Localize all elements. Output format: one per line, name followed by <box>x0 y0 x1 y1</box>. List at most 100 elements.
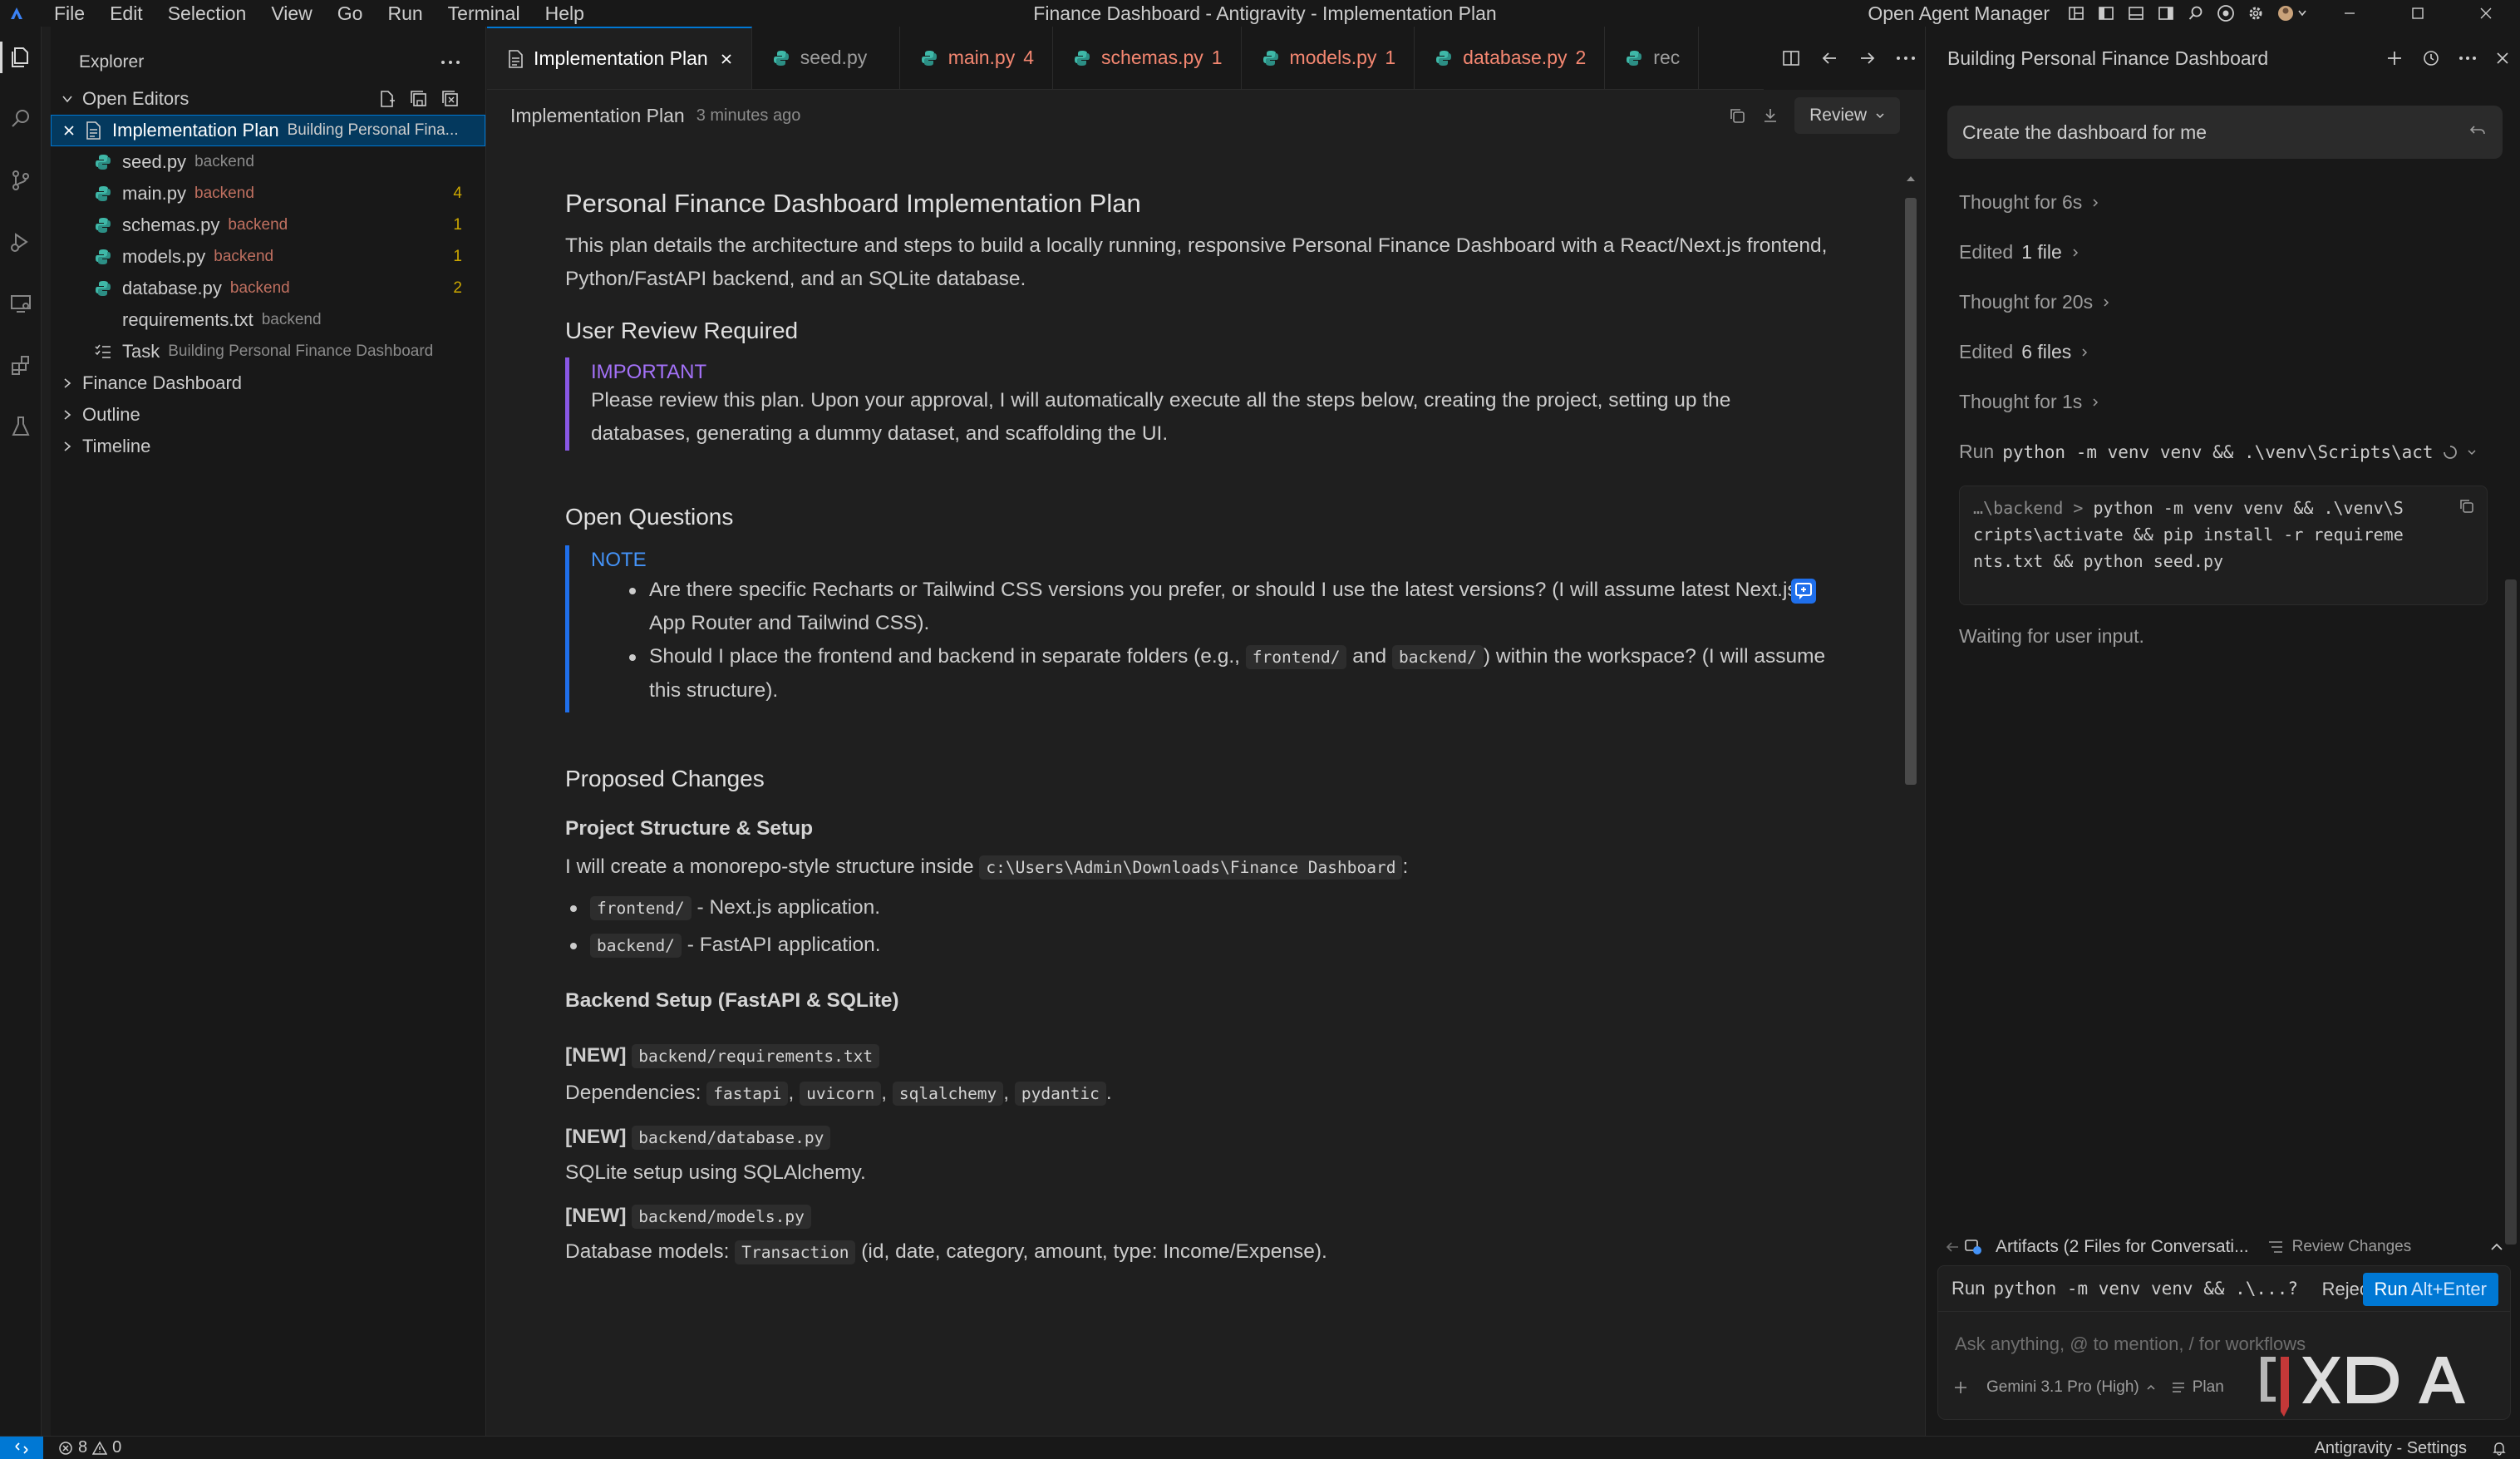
close-all-icon[interactable] <box>441 89 460 109</box>
new-conversation-icon[interactable] <box>2385 49 2404 67</box>
settings-gear-icon[interactable] <box>2241 0 2271 27</box>
settings-status-item[interactable]: Antigravity - Settings <box>2315 1439 2467 1458</box>
tab-seed-py[interactable]: seed.py <box>752 27 900 89</box>
undo-icon[interactable] <box>2468 121 2488 140</box>
tab-main-py[interactable]: main.py 4 <box>900 27 1054 89</box>
outline-section[interactable]: Outline <box>51 399 485 431</box>
user-review-heading: User Review Required <box>565 318 799 343</box>
menu-help[interactable]: Help <box>533 0 597 27</box>
close-editor-icon[interactable] <box>61 124 77 137</box>
mode-selector[interactable]: Plan <box>2171 1378 2224 1397</box>
save-all-icon[interactable] <box>409 89 429 109</box>
tab-schemas-py[interactable]: schemas.py 1 <box>1053 27 1242 89</box>
more-actions-icon[interactable] <box>441 60 460 65</box>
extensions-activity-button[interactable] <box>0 334 42 396</box>
open-editor-seed-py[interactable]: seed.py backend <box>51 146 485 178</box>
step-run-command[interactable]: Run python -m venv venv && .\venv\Script… <box>1959 441 2477 463</box>
go-back-arrow-icon[interactable] <box>1810 27 1848 90</box>
step-edited-files[interactable]: Edited 1 file <box>1959 241 2080 264</box>
source-control-activity-button[interactable] <box>0 150 42 211</box>
open-editor-database-py[interactable]: database.py backend 2 <box>51 273 485 304</box>
document-icon <box>507 49 524 68</box>
question-item: Are there specific Recharts or Tailwind … <box>624 574 1828 640</box>
checklist-icon <box>92 343 114 360</box>
menu-view[interactable]: View <box>258 0 324 27</box>
copy-icon[interactable] <box>1728 106 1746 125</box>
open-editors-section[interactable]: Open Editors <box>51 83 485 115</box>
more-actions-icon[interactable] <box>1887 27 1925 90</box>
xda-watermark-logo <box>2256 1347 2497 1423</box>
notifications-bell-icon[interactable] <box>2492 1441 2507 1456</box>
model-selector[interactable]: Gemini 3.1 Pro (High) <box>1986 1378 2156 1397</box>
maximize-window-button[interactable] <box>2384 0 2452 27</box>
testing-activity-button[interactable] <box>0 396 42 457</box>
sidebar-title: Explorer <box>79 52 145 71</box>
open-editor-requirements-txt[interactable]: requirements.txt backend <box>51 304 485 336</box>
arrow-left-icon[interactable] <box>1944 1239 1961 1255</box>
menu-terminal[interactable]: Terminal <box>436 0 533 27</box>
toggle-secondary-sidebar-icon[interactable] <box>2151 0 2181 27</box>
warning-icon <box>92 1440 108 1456</box>
toggle-sidebar-icon[interactable] <box>2091 0 2121 27</box>
review-dropdown-button[interactable]: Review <box>1794 97 1900 134</box>
menu-run[interactable]: Run <box>375 0 435 27</box>
remote-explorer-activity-button[interactable] <box>0 273 42 334</box>
agent-scrollbar[interactable] <box>2505 579 2517 1245</box>
close-window-button[interactable] <box>2452 0 2520 27</box>
split-editor-icon[interactable] <box>1772 27 1810 90</box>
open-editor-models-py[interactable]: models.py backend 1 <box>51 241 485 273</box>
step-thought[interactable]: Thought for 6s <box>1959 191 2100 214</box>
menu-file[interactable]: File <box>42 0 97 27</box>
run-button[interactable]: Run Alt+Enter <box>2362 1273 2498 1306</box>
browser-icon[interactable] <box>2211 0 2241 27</box>
beaker-icon <box>8 414 33 439</box>
layout-icon[interactable] <box>2061 0 2091 27</box>
chevron-up-icon[interactable] <box>2489 1240 2504 1254</box>
remote-indicator-button[interactable] <box>0 1436 43 1459</box>
close-panel-icon[interactable] <box>2495 51 2510 66</box>
search-icon[interactable] <box>2181 0 2211 27</box>
open-editor-task[interactable]: Task Building Personal Finance Dashboard <box>51 336 485 367</box>
new-untitled-file-icon[interactable] <box>377 89 397 109</box>
problem-count-badge: 1 <box>453 216 462 234</box>
editor-scrollbar[interactable] <box>1905 173 1917 1445</box>
step-thought[interactable]: Thought for 20s <box>1959 291 2111 313</box>
history-icon[interactable] <box>2422 49 2440 67</box>
open-editor-schemas-py[interactable]: schemas.py backend 1 <box>51 209 485 241</box>
timeline-section[interactable]: Timeline <box>51 431 485 462</box>
menu-go[interactable]: Go <box>325 0 376 27</box>
open-agent-manager-button[interactable]: Open Agent Manager <box>1868 2 2050 25</box>
scrollbar-thumb[interactable] <box>1905 198 1917 785</box>
document-title: Implementation Plan <box>510 104 685 126</box>
python-icon <box>772 49 790 67</box>
open-editor-implementation-plan[interactable]: Implementation Plan Building Personal Fi… <box>51 115 485 146</box>
add-context-icon[interactable] <box>1953 1380 1968 1395</box>
run-debug-activity-button[interactable] <box>0 211 42 273</box>
problems-status-button[interactable]: 8 0 <box>58 1438 121 1457</box>
review-changes-button[interactable]: Review Changes <box>2267 1238 2411 1256</box>
go-forward-arrow-icon[interactable] <box>1848 27 1887 90</box>
more-actions-icon[interactable] <box>2458 56 2477 61</box>
tab-requirements-txt[interactable]: rec <box>1605 27 1700 89</box>
account-avatar-icon[interactable] <box>2271 0 2316 27</box>
tab-database-py[interactable]: database.py 2 <box>1415 27 1606 89</box>
close-tab-icon[interactable] <box>720 52 733 66</box>
open-editor-main-py[interactable]: main.py backend 4 <box>51 178 485 209</box>
tab-models-py[interactable]: models.py 1 <box>1242 27 1415 89</box>
step-thought[interactable]: Thought for 1s <box>1959 391 2100 413</box>
finance-dashboard-section[interactable]: Finance Dashboard <box>51 367 485 399</box>
add-comment-icon[interactable] <box>1789 577 1818 605</box>
toggle-panel-icon[interactable] <box>2121 0 2151 27</box>
step-edited-files[interactable]: Edited 6 files <box>1959 341 2089 363</box>
tab-implementation-plan[interactable]: Implementation Plan <box>487 27 752 89</box>
download-icon[interactable] <box>1761 106 1779 125</box>
explorer-activity-button[interactable] <box>0 27 42 88</box>
menu-edit[interactable]: Edit <box>97 0 155 27</box>
user-prompt-bubble[interactable]: Create the dashboard for me <box>1947 106 2503 159</box>
implementation-plan-document: Personal Finance Dashboard Implementatio… <box>565 185 1828 1269</box>
copy-icon[interactable] <box>2458 498 2475 515</box>
search-activity-button[interactable] <box>0 88 42 150</box>
artifacts-label[interactable]: Artifacts (2 Files for Conversati... <box>1996 1237 2249 1257</box>
menu-selection[interactable]: Selection <box>155 0 259 27</box>
minimize-window-button[interactable] <box>2316 0 2384 27</box>
